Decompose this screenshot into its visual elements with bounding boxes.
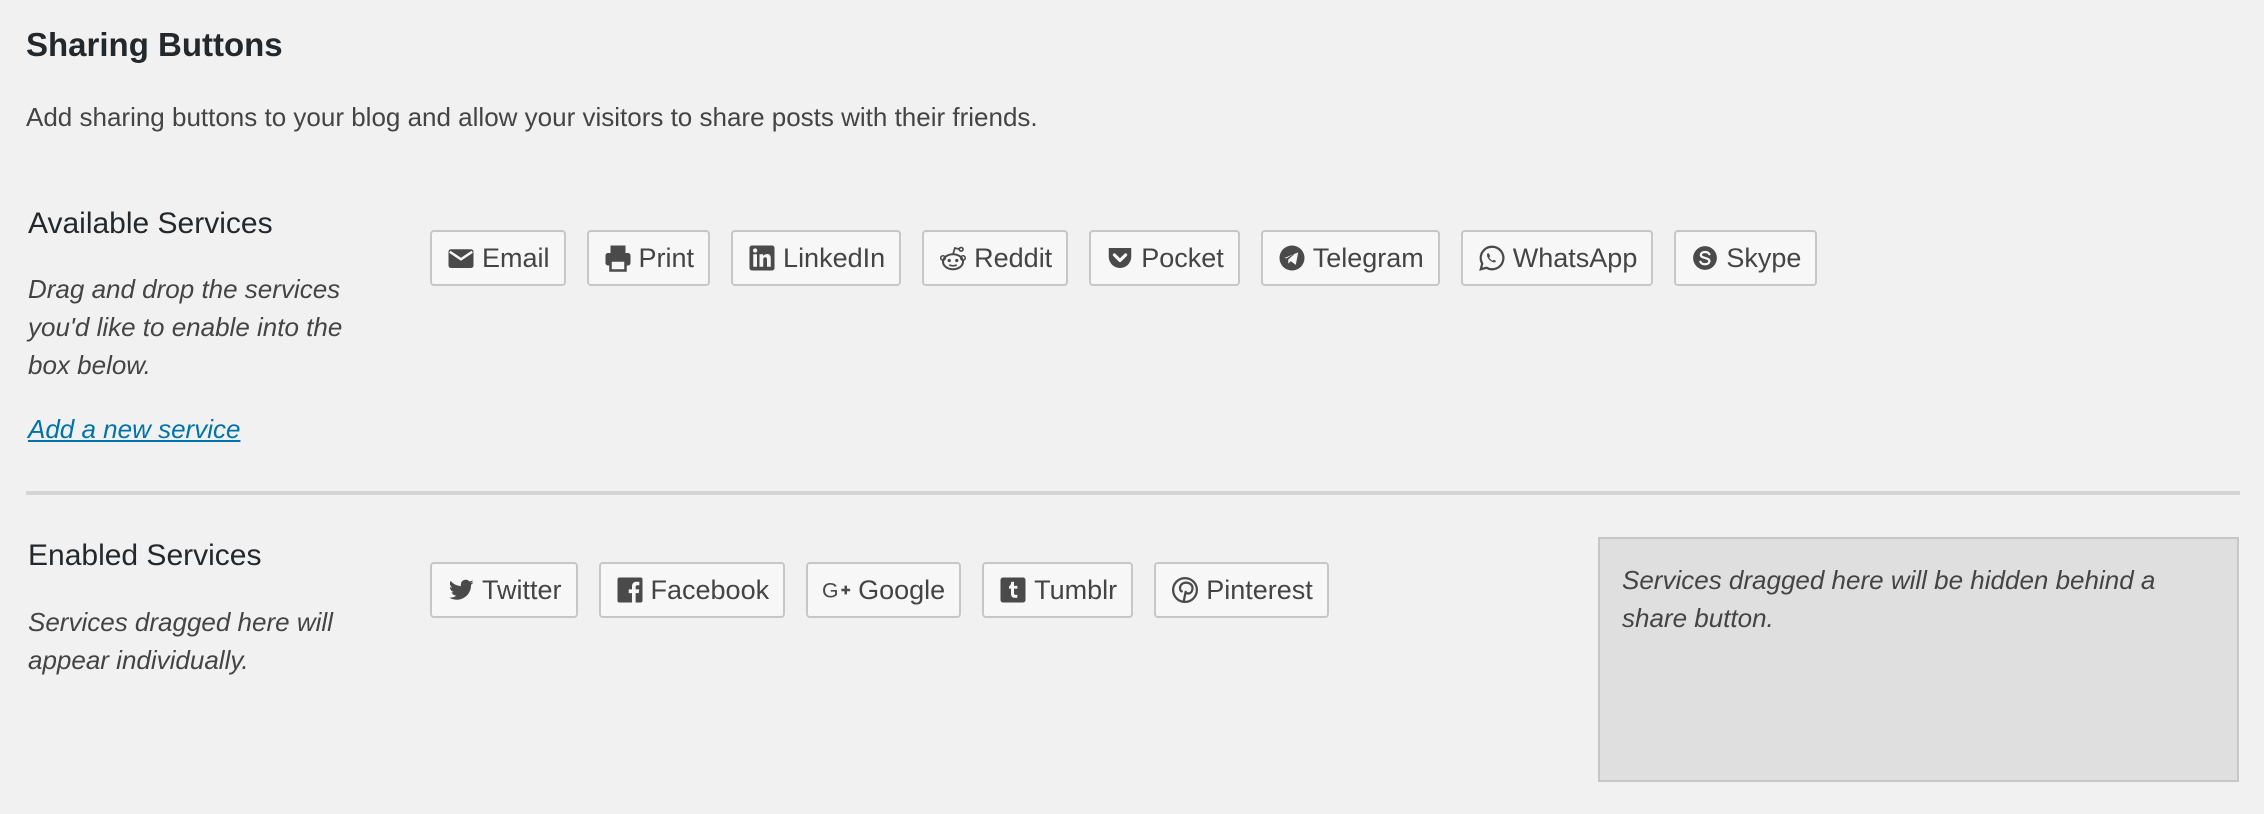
service-label: Pinterest [1206, 574, 1313, 605]
service-label: LinkedIn [783, 242, 886, 273]
enabled-services-list: Twitter Facebook G Google Tumblr Pintere… [430, 562, 1329, 618]
service-label: Email [482, 242, 550, 273]
twitter-icon [446, 575, 476, 605]
service-label: Skype [1726, 242, 1802, 273]
add-new-service-link[interactable]: Add a new service [28, 414, 240, 445]
service-pinterest-button[interactable]: Pinterest [1154, 562, 1329, 618]
page-title: Sharing Buttons [26, 26, 283, 63]
facebook-icon [615, 575, 645, 605]
reddit-icon [938, 243, 968, 273]
linkedin-icon [747, 243, 777, 273]
service-label: Tumblr [1034, 574, 1118, 605]
service-twitter-button[interactable]: Twitter [430, 562, 578, 618]
available-services-list: Email Print LinkedIn Reddit Pocket Teleg… [430, 230, 1818, 286]
service-linkedin-button[interactable]: LinkedIn [731, 230, 902, 286]
pinterest-icon [1170, 575, 1200, 605]
service-telegram-button[interactable]: Telegram [1260, 230, 1440, 286]
hidden-services-text: Services dragged here will be hidden beh… [1622, 565, 2156, 633]
service-whatsapp-button[interactable]: WhatsApp [1460, 230, 1654, 286]
sharing-settings-page: Sharing Buttons Add sharing buttons to y… [0, 0, 2264, 814]
page-description: Add sharing buttons to your blog and all… [26, 102, 1038, 132]
service-skype-button[interactable]: Skype [1674, 230, 1818, 286]
service-label: Print [638, 242, 695, 273]
whatsapp-icon [1477, 243, 1507, 273]
hidden-services-dropzone[interactable]: Services dragged here will be hidden beh… [1598, 537, 2239, 782]
service-tumblr-button[interactable]: Tumblr [982, 562, 1134, 618]
available-services-heading: Available Services [28, 207, 273, 240]
tumblr-icon [998, 575, 1028, 605]
google-plus-icon: G [822, 575, 852, 605]
service-print-button[interactable]: Print [586, 230, 711, 286]
service-label: Telegram [1312, 242, 1424, 273]
service-reddit-button[interactable]: Reddit [922, 230, 1069, 286]
svg-text:G: G [822, 579, 839, 603]
section-divider [26, 491, 2240, 495]
envelope-icon [446, 243, 476, 273]
service-facebook-button[interactable]: Facebook [598, 562, 786, 618]
pocket-icon [1105, 243, 1135, 273]
service-label: WhatsApp [1512, 242, 1638, 273]
service-label: Reddit [974, 242, 1053, 273]
available-services-help: Drag and drop the services you'd like to… [28, 274, 343, 380]
service-label: Pocket [1141, 242, 1224, 273]
enabled-services-heading: Enabled Services [28, 539, 262, 572]
service-google-button[interactable]: G Google [806, 562, 962, 618]
telegram-icon [1277, 243, 1307, 273]
service-pocket-button[interactable]: Pocket [1089, 230, 1240, 286]
service-label: Google [858, 574, 946, 605]
enabled-services-help: Services dragged here will appear indivi… [28, 607, 333, 675]
service-email-button[interactable]: Email [430, 230, 566, 286]
skype-icon [1690, 243, 1720, 273]
service-label: Twitter [482, 574, 562, 605]
printer-icon [603, 243, 633, 273]
service-label: Facebook [650, 574, 770, 605]
